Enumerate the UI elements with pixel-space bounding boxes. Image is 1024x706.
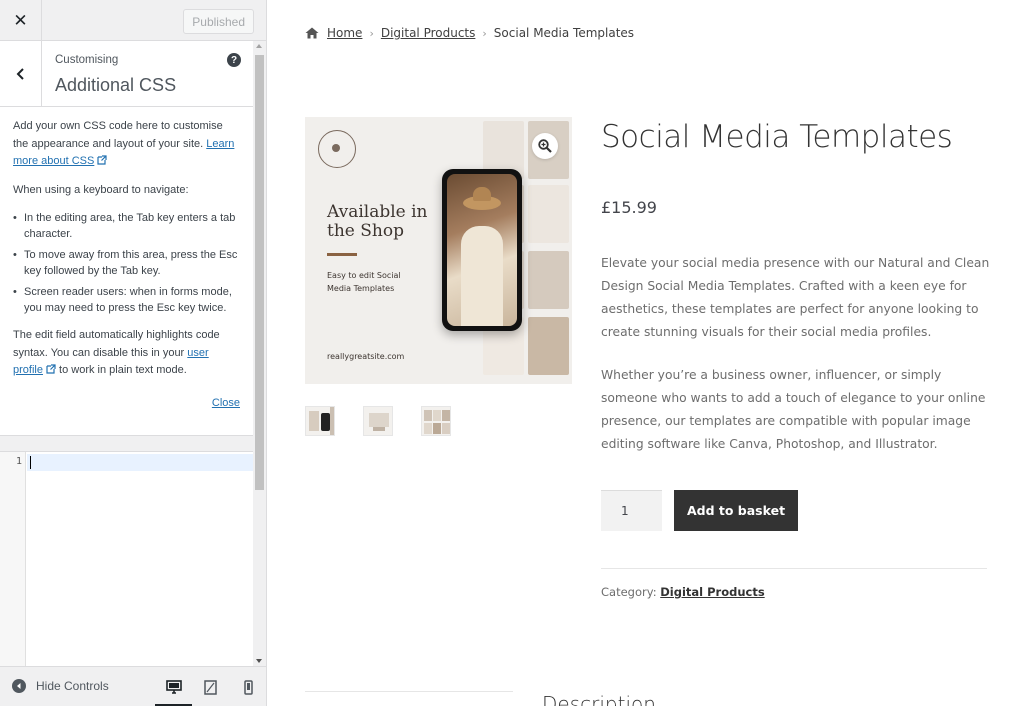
image-divider (327, 253, 357, 256)
breadcrumb-separator: › (369, 26, 374, 40)
thumbnail-3[interactable] (421, 406, 451, 436)
phone-mockup (442, 169, 522, 331)
thumbnail-2[interactable] (363, 406, 393, 436)
site-preview: Home › Digital Products › Social Media T… (267, 0, 1024, 706)
customizer-sidebar: ✕ Published Customising Additional CSS ?… (0, 0, 267, 706)
tabs-divider (305, 691, 513, 692)
section-kicker: Customising (55, 54, 119, 66)
line-number: 1 (15, 456, 22, 467)
desktop-icon (166, 679, 182, 694)
close-customizer-button[interactable]: ✕ (0, 0, 42, 41)
zoom-button[interactable] (532, 133, 558, 159)
highlight-paragraph: The edit field automatically highlights … (13, 329, 220, 376)
breadcrumb-home-link[interactable]: Home (327, 26, 362, 40)
category-label: Category: (601, 585, 657, 599)
description-tab-heading: Description (542, 692, 656, 706)
preview-mobile-button[interactable] (238, 677, 258, 697)
customizer-footer: Hide Controls (0, 666, 266, 706)
scroll-up-icon[interactable] (256, 44, 262, 48)
list-item: In the editing area, the Tab key enters … (13, 210, 240, 242)
keyboard-intro: When using a keyboard to navigate: (13, 183, 189, 196)
intro-paragraph: Add your own CSS code here to customise … (13, 120, 235, 167)
chevron-left-icon (16, 67, 24, 80)
editor-gutter: 1 (0, 452, 26, 666)
brand-logo-graphic (318, 130, 356, 168)
thumbnail-1[interactable] (305, 406, 335, 436)
image-headline: Available in the Shop (327, 202, 428, 241)
section-title: Additional CSS (55, 75, 177, 95)
close-help-link[interactable]: Close (212, 395, 240, 413)
preview-desktop-button[interactable] (164, 677, 184, 697)
magnifier-icon (538, 139, 552, 153)
breadcrumb-current: Social Media Templates (493, 26, 635, 40)
image-subline: Easy to edit Social Media Templates (327, 271, 401, 293)
customizer-header: ✕ Published (0, 0, 266, 41)
keyboard-tips-list: In the editing area, the Tab key enters … (13, 210, 240, 316)
sidebar-scrollbar[interactable] (253, 41, 266, 666)
preview-tablet-button[interactable] (200, 677, 220, 697)
product-description: Elevate your social media presence with … (601, 252, 991, 476)
help-icon[interactable]: ? (227, 53, 241, 67)
product-price: £15.99 (601, 198, 657, 217)
mobile-icon (243, 679, 253, 695)
collapse-arrow-icon (12, 679, 26, 693)
publish-button[interactable]: Published (183, 9, 254, 34)
text-cursor (30, 456, 31, 469)
product-title: Social Media Templates (601, 119, 953, 155)
external-link-icon (97, 155, 107, 165)
product-main-image[interactable]: Available in the Shop Easy to edit Socia… (305, 117, 572, 384)
external-link-icon (46, 364, 56, 374)
gallery-thumbnails (305, 406, 451, 436)
section-description: Add your own CSS code here to customise … (0, 107, 253, 436)
active-line[interactable] (27, 454, 253, 471)
hide-controls-label: Hide Controls (36, 679, 109, 693)
description-paragraph: Whether you’re a business owner, influen… (601, 368, 986, 451)
add-to-basket-button[interactable]: Add to basket (674, 490, 798, 531)
list-item: Screen reader users: when in forms mode,… (13, 284, 240, 316)
scroll-thumb[interactable] (255, 55, 264, 490)
list-item: To move away from this area, press the E… (13, 247, 240, 279)
css-code-editor[interactable]: 1 (0, 451, 253, 666)
breadcrumb-category-link[interactable]: Digital Products (381, 26, 476, 40)
product-meta-divider (601, 568, 987, 569)
hide-controls-button[interactable]: Hide Controls (12, 679, 109, 693)
breadcrumb: Home › Digital Products › Social Media T… (305, 26, 634, 40)
product-category: Category: Digital Products (601, 585, 765, 599)
image-site-text: reallygreatsite.com (327, 352, 405, 361)
home-icon (305, 27, 319, 39)
close-icon: ✕ (13, 10, 28, 30)
section-header: Customising Additional CSS ? (0, 41, 253, 107)
quantity-input[interactable] (601, 490, 662, 531)
category-link[interactable]: Digital Products (660, 585, 764, 599)
scroll-down-icon[interactable] (256, 659, 262, 663)
tablet-icon (203, 679, 217, 695)
back-button[interactable] (0, 41, 42, 106)
description-paragraph: Elevate your social media presence with … (601, 256, 990, 339)
breadcrumb-separator: › (482, 26, 487, 40)
